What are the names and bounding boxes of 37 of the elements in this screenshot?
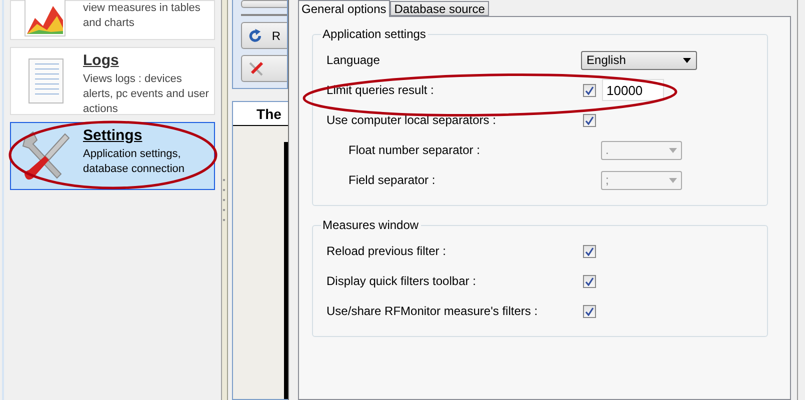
item-title: Settings	[83, 127, 144, 144]
sidebar-item[interactable]: view measures in tables and charts	[10, 0, 215, 40]
tools-icon	[248, 60, 264, 76]
item-description: Views logs : devices alerts, pc events and user actions	[83, 72, 210, 117]
setting-label: Limit queries result :	[326, 83, 434, 97]
item-description: Application settings, database connection	[83, 147, 186, 177]
checkbox[interactable]	[582, 114, 596, 126]
setting-label: Language	[326, 53, 380, 67]
refresh-icon	[248, 28, 262, 44]
toolbar-button[interactable]: R	[240, 22, 287, 49]
grid-header: The	[232, 102, 288, 126]
setting-label: Use/share RFMonitor measure's filters :	[326, 304, 538, 318]
caret-icon	[668, 148, 677, 152]
checkbox[interactable]	[582, 304, 596, 318]
sidebar-item[interactable]: Settings Application settings, database connection	[10, 122, 215, 190]
item-title: Logs	[83, 52, 120, 69]
item-description: view measures in tables and charts	[83, 1, 202, 31]
toolbar-button[interactable]	[240, 55, 287, 82]
tab[interactable]: Database source	[390, 1, 489, 16]
setting-label: Reload previous filter :	[326, 244, 446, 258]
tab[interactable]: General options	[298, 0, 390, 17]
caret-icon	[668, 178, 677, 182]
setting-label: Field separator :	[348, 173, 436, 187]
caret-icon	[682, 58, 691, 62]
group-title: Application settings	[322, 27, 427, 41]
setting-label: Display quick filters toolbar :	[326, 274, 476, 288]
setting-label: Use computer local separators :	[326, 113, 496, 127]
toolbar-button[interactable]	[240, 0, 287, 8]
limit-input[interactable]: 10000	[602, 79, 664, 101]
checkbox[interactable]	[582, 274, 596, 288]
sidebar-item[interactable]: Logs Views logs : devices alerts, pc events and user actions	[10, 47, 215, 115]
language-dropdown[interactable]: English	[580, 50, 697, 70]
checkbox[interactable]	[582, 244, 596, 258]
group-title: Measures window	[322, 218, 420, 232]
setting-label: Float number separator :	[348, 143, 480, 157]
checkbox[interactable]	[582, 84, 596, 96]
document-icon	[28, 58, 64, 104]
